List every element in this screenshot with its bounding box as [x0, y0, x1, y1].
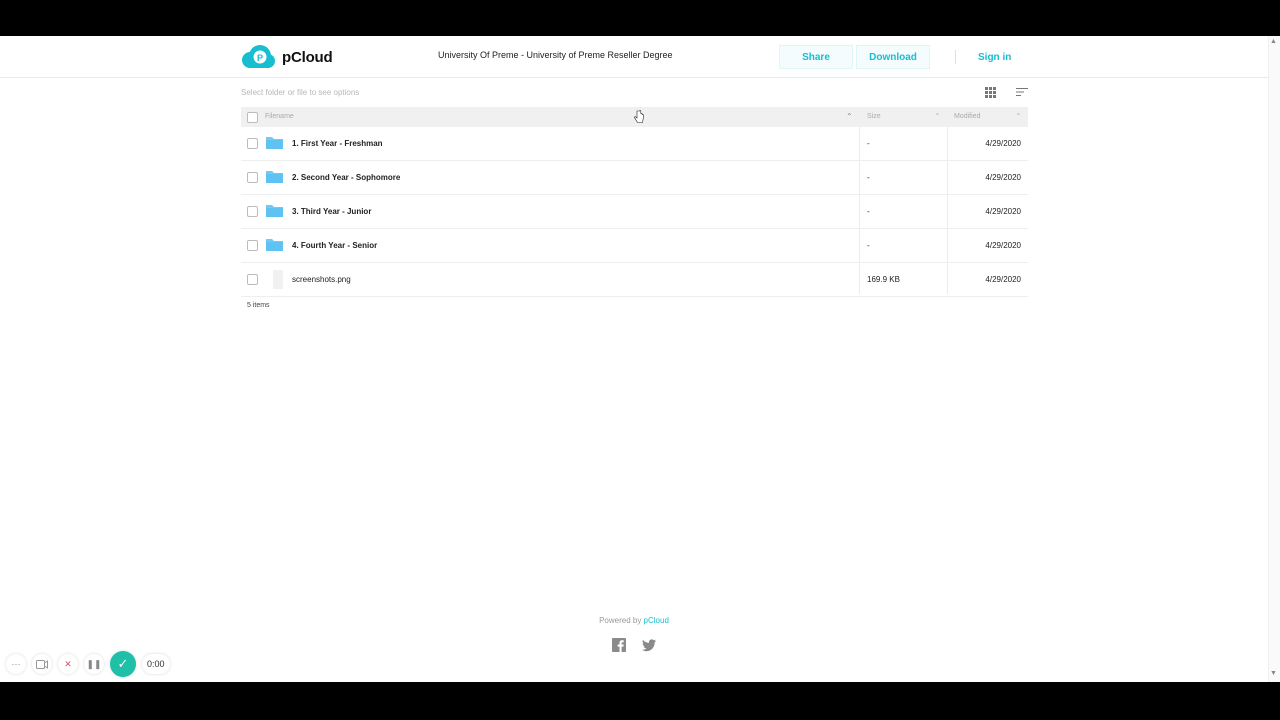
cancel-recording-icon[interactable]: ✕ — [58, 654, 78, 674]
scroll-up-arrow-icon[interactable]: ▲ — [1270, 38, 1277, 45]
pcloud-logo[interactable]: P pCloud — [241, 45, 333, 69]
sort-caret-icon[interactable]: ⌃ — [1015, 112, 1022, 121]
finish-recording-check-icon[interactable]: ✓ — [110, 651, 136, 677]
file-name: 3. Third Year - Junior — [292, 207, 372, 216]
download-button[interactable]: Download — [856, 45, 930, 69]
pcloud-footer-link[interactable]: pCloud — [644, 616, 669, 625]
folder-icon — [266, 205, 283, 217]
file-modified: 4/29/2020 — [985, 173, 1021, 182]
item-count: 5 items — [247, 302, 270, 309]
share-button[interactable]: Share — [779, 45, 853, 69]
file-modified: 4/29/2020 — [985, 275, 1021, 284]
row-checkbox[interactable] — [247, 138, 258, 149]
column-filename[interactable]: Filename — [265, 113, 294, 120]
row-checkbox[interactable] — [247, 206, 258, 217]
table-row[interactable]: screenshots.png 169.9 KB 4/29/2020 — [241, 263, 1028, 297]
row-checkbox[interactable] — [247, 172, 258, 183]
sort-icon[interactable] — [1016, 87, 1028, 97]
table-row[interactable]: 3. Third Year - Junior - 4/29/2020 — [241, 195, 1028, 229]
recording-timer: 0:00 — [142, 654, 170, 674]
brand-name: pCloud — [282, 48, 333, 66]
file-name: 1. First Year - Freshman — [292, 139, 383, 148]
powered-by-label: Powered by — [599, 616, 644, 625]
column-size[interactable]: Size — [867, 113, 881, 120]
file-modified: 4/29/2020 — [985, 241, 1021, 250]
camera-icon[interactable] — [32, 654, 52, 674]
file-name: screenshots.png — [292, 275, 351, 284]
file-size: - — [867, 139, 870, 148]
image-file-icon — [273, 270, 283, 289]
file-name: 4. Fourth Year - Senior — [292, 241, 378, 250]
table-row[interactable]: 2. Second Year - Sophomore - 4/29/2020 — [241, 161, 1028, 195]
more-options-button[interactable]: ··· — [6, 654, 26, 674]
file-modified: 4/29/2020 — [985, 139, 1021, 148]
file-table: Filename ⌃ Size ⌃ Modified ⌃ 1. First Ye… — [241, 107, 1028, 297]
page-scrollbar[interactable] — [1268, 36, 1280, 682]
file-name: 2. Second Year - Sophomore — [292, 173, 401, 182]
header-divider — [955, 50, 956, 64]
screen-recorder-controls: ··· ✕ ❚❚ ✓ 0:00 — [6, 651, 170, 677]
sort-caret-icon[interactable]: ⌃ — [934, 112, 941, 121]
folder-icon — [266, 171, 283, 183]
file-size: - — [867, 241, 870, 250]
table-row[interactable]: 1. First Year - Freshman - 4/29/2020 — [241, 127, 1028, 161]
folder-icon — [266, 137, 283, 149]
twitter-icon[interactable] — [642, 638, 656, 652]
folder-icon — [266, 239, 283, 251]
column-modified[interactable]: Modified — [954, 113, 980, 120]
scroll-down-arrow-icon[interactable]: ▼ — [1270, 670, 1277, 677]
file-size: 169.9 KB — [867, 275, 900, 284]
pause-icon[interactable]: ❚❚ — [84, 654, 104, 674]
file-size: - — [867, 173, 870, 182]
file-modified: 4/29/2020 — [985, 207, 1021, 216]
page-title: University Of Preme - University of Prem… — [438, 50, 673, 60]
table-row[interactable]: 4. Fourth Year - Senior - 4/29/2020 — [241, 229, 1028, 263]
row-checkbox[interactable] — [247, 274, 258, 285]
sort-asc-icon[interactable]: ⌃ — [846, 112, 853, 121]
row-checkbox[interactable] — [247, 240, 258, 251]
grid-view-icon[interactable] — [985, 87, 996, 98]
header: P pCloud University Of Preme - Universit… — [0, 36, 1268, 78]
cloud-logo-icon: P — [242, 45, 275, 68]
selection-hint: Select folder or file to see options — [241, 88, 360, 97]
facebook-icon[interactable] — [612, 638, 626, 652]
svg-text:P: P — [257, 53, 263, 63]
hand-cursor-icon — [634, 110, 644, 123]
browser-viewport: P pCloud University Of Preme - Universit… — [0, 36, 1280, 682]
file-size: - — [867, 207, 870, 216]
select-all-checkbox[interactable] — [247, 112, 258, 123]
powered-by: Powered by pCloud — [0, 616, 1268, 625]
sign-in-link[interactable]: Sign in — [978, 52, 1011, 63]
